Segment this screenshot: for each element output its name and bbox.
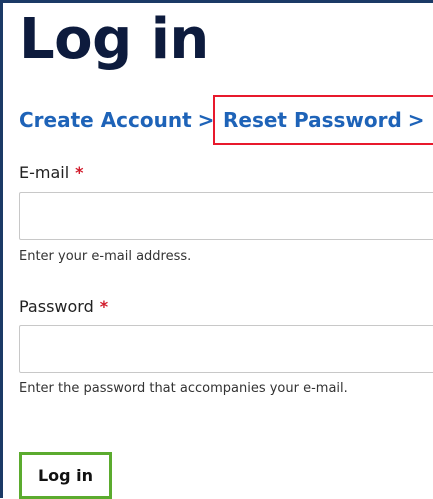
reset-password-label: Reset Password bbox=[223, 108, 402, 132]
password-help-text: Enter the password that accompanies your… bbox=[19, 381, 348, 396]
create-account-label: Create Account bbox=[19, 108, 192, 132]
email-label-text: E-mail bbox=[19, 163, 70, 182]
password-label: Password * bbox=[19, 296, 108, 318]
reset-password-link[interactable]: Reset Password > bbox=[213, 95, 433, 145]
page-frame: Log in Create Account > Reset Password > E… bbox=[0, 0, 433, 499]
login-button[interactable]: Log in bbox=[19, 452, 112, 499]
page-title: Log in bbox=[19, 7, 209, 72]
required-marker: * bbox=[99, 297, 109, 316]
password-label-text: Password bbox=[19, 297, 94, 316]
password-field[interactable] bbox=[19, 325, 433, 373]
email-label: E-mail * bbox=[19, 162, 84, 184]
create-account-link[interactable]: Create Account > bbox=[19, 103, 214, 137]
chevron-right-icon: > bbox=[197, 108, 215, 132]
required-marker: * bbox=[75, 163, 84, 182]
email-help-text: Enter your e-mail address. bbox=[19, 249, 192, 264]
chevron-right-icon: > bbox=[407, 108, 425, 132]
email-field[interactable] bbox=[19, 192, 433, 240]
